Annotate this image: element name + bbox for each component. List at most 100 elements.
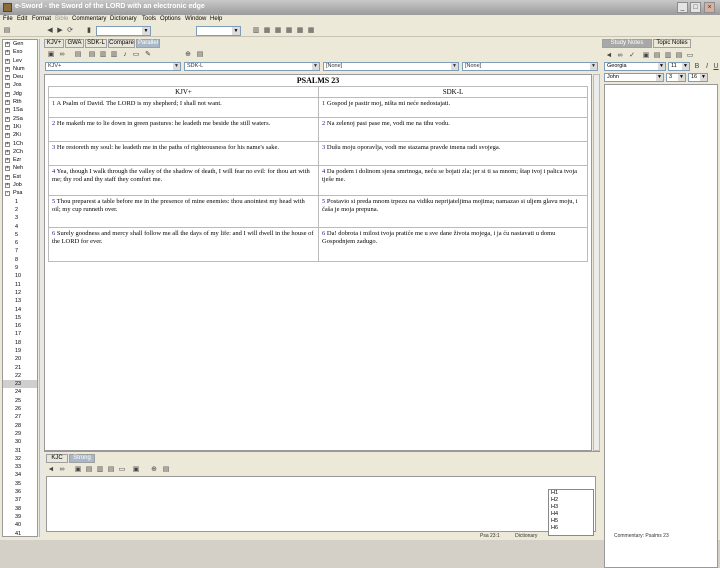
binoculars-icon[interactable]: ∞ [58,51,66,59]
chapter-item[interactable]: 7 [3,247,37,255]
chapter-item[interactable]: 37 [3,496,37,504]
verse-number[interactable]: 1 [52,100,55,107]
expand-toggle-icon[interactable]: + [5,124,10,130]
verse-cell-sdk[interactable]: 4 Da podem i dolinom sjena smrtnoga, neć… [318,165,588,196]
expand-toggle-icon[interactable]: + [5,166,10,172]
note-icon[interactable]: ▤ [107,466,115,474]
chapter-item[interactable]: 6 [3,239,37,247]
bookmark-icon[interactable]: ▭ [118,466,126,474]
book-item[interactable]: +2Ki [3,131,37,139]
expand-toggle-icon[interactable]: + [5,116,10,122]
book-item[interactable]: +2Sa [3,115,37,123]
chapter-item[interactable]: 31 [3,447,37,455]
chapter-item[interactable]: 2 [3,206,37,214]
tab-study-notes[interactable]: Study Notes [602,39,652,48]
verse-cell-kjv[interactable]: 2 He maketh me to lie down in green past… [48,117,319,142]
book-item[interactable]: + Job [3,181,37,189]
chapter-item[interactable]: 10 [3,272,37,280]
chapter-item[interactable]: 22 [3,372,37,380]
verse-number[interactable]: 5 [52,198,55,205]
chapter-item[interactable]: 27 [3,413,37,421]
book-item[interactable]: +1Ki [3,123,37,131]
zoom-in-icon[interactable]: ⊕ [184,51,192,59]
chapter-item[interactable]: 34 [3,471,37,479]
check-icon[interactable]: ✓ [628,52,636,60]
chapter-item[interactable]: 36 [3,488,37,496]
verse-number[interactable]: 2 [322,120,325,127]
column-layout-icon[interactable]: ▥ [252,27,260,35]
expand-toggle-icon[interactable]: + [5,50,10,56]
book-item[interactable]: + Num [3,65,37,73]
book-item[interactable]: + Rth [3,98,37,106]
expand-toggle-icon[interactable]: + [5,75,10,81]
chapter-item[interactable]: 41 [3,530,37,536]
chapter-item[interactable]: 38 [3,505,37,513]
chapter-item[interactable]: 20 [3,355,37,363]
menu-window[interactable]: Window [185,16,206,22]
expand-toggle-icon[interactable]: + [5,141,10,147]
chapter-item[interactable]: 26 [3,405,37,413]
chapter-item[interactable]: 28 [3,422,37,430]
tab-gwa[interactable]: GWA [65,39,84,48]
layout-three-icon[interactable]: ▦ [274,27,282,35]
font-combo[interactable]: Georgia ▼ [604,62,666,71]
expand-toggle-icon[interactable]: + [5,58,10,64]
expand-toggle-icon[interactable]: + [5,174,10,180]
book-item[interactable]: - Psa [3,189,37,197]
edit-icon[interactable]: ✎ [144,51,152,59]
book-item[interactable]: + Deu [3,73,37,81]
bold-icon[interactable]: B [693,63,701,71]
layout-icon[interactable]: ▤ [196,51,204,59]
menu-bible[interactable]: Bible [55,16,68,22]
book-item[interactable]: + Jdg [3,90,37,98]
strongs-list-item[interactable]: H1 [551,490,593,497]
expand-toggle-icon[interactable]: - [5,191,10,197]
book-tree-scrollbar[interactable] [39,39,43,537]
commentary-chapter-combo[interactable]: 3 ▼ [666,73,686,82]
note-icon[interactable]: ▤ [675,52,683,60]
menu-help[interactable]: Help [210,16,222,22]
copy-icon[interactable]: ▣ [642,52,650,60]
book-item[interactable]: + Est [3,173,37,181]
underline-icon[interactable]: U [712,63,720,71]
verse-cell-kjv[interactable]: 4 Yea, though I walk through the valley … [48,165,319,196]
verse-number[interactable]: 3 [322,144,325,151]
book-item[interactable]: + Neh [3,164,37,172]
sidebar-toggle-icon[interactable]: ▤ [3,27,11,35]
layout-four-icon[interactable]: ▦ [285,27,293,35]
chapter-item[interactable]: 30 [3,438,37,446]
menu-edit[interactable]: Edit [17,16,27,22]
back-icon[interactable]: ◀ [46,27,54,35]
book-item[interactable]: +1Sa [3,106,37,114]
chapter-item[interactable]: 29 [3,430,37,438]
verse-number[interactable]: 6 [322,230,325,237]
copy-icon[interactable]: ▣ [74,466,82,474]
chapter-item[interactable]: 33 [3,463,37,471]
version-combo-1[interactable]: KJV+ ▼ [45,62,181,71]
expand-toggle-icon[interactable]: + [5,91,10,97]
expand-toggle-icon[interactable]: + [5,158,10,164]
bookmark-icon[interactable]: ▭ [132,51,140,59]
arrow-icon[interactable]: ◄ [605,52,613,60]
strongs-list-item[interactable]: H6 [551,525,593,532]
verse-cell-sdk[interactable]: 3 Dušu moju oporavlja, vodi me stazama p… [318,141,588,166]
tab-parallel[interactable]: Parallel [136,39,160,48]
chapter-item[interactable]: 24 [3,388,37,396]
binoculars-icon[interactable]: ∞ [58,466,66,474]
verse-cell-kjv[interactable]: 3 He restoreth my soul: he leadeth me in… [48,141,319,166]
bookmark-icon[interactable]: ▭ [686,52,694,60]
chapter-item[interactable]: 14 [3,306,37,314]
chapter-item[interactable]: 18 [3,339,37,347]
chapter-item[interactable]: 11 [3,281,37,289]
menu-file[interactable]: File [3,16,13,22]
verse-number[interactable]: 5 [322,198,325,205]
close-button[interactable]: × [704,2,715,13]
chapter-item[interactable]: 35 [3,480,37,488]
tab-strong[interactable]: Strong [69,454,95,463]
version-combo-4[interactable]: [None] ▼ [462,62,598,71]
strongs-list-item[interactable]: H5 [551,518,593,525]
verse-number[interactable]: 1 [322,100,325,107]
print-icon[interactable]: ▤ [85,466,93,474]
note-icon[interactable]: ▤ [74,51,82,59]
chapter-item[interactable]: 1 [3,198,37,206]
